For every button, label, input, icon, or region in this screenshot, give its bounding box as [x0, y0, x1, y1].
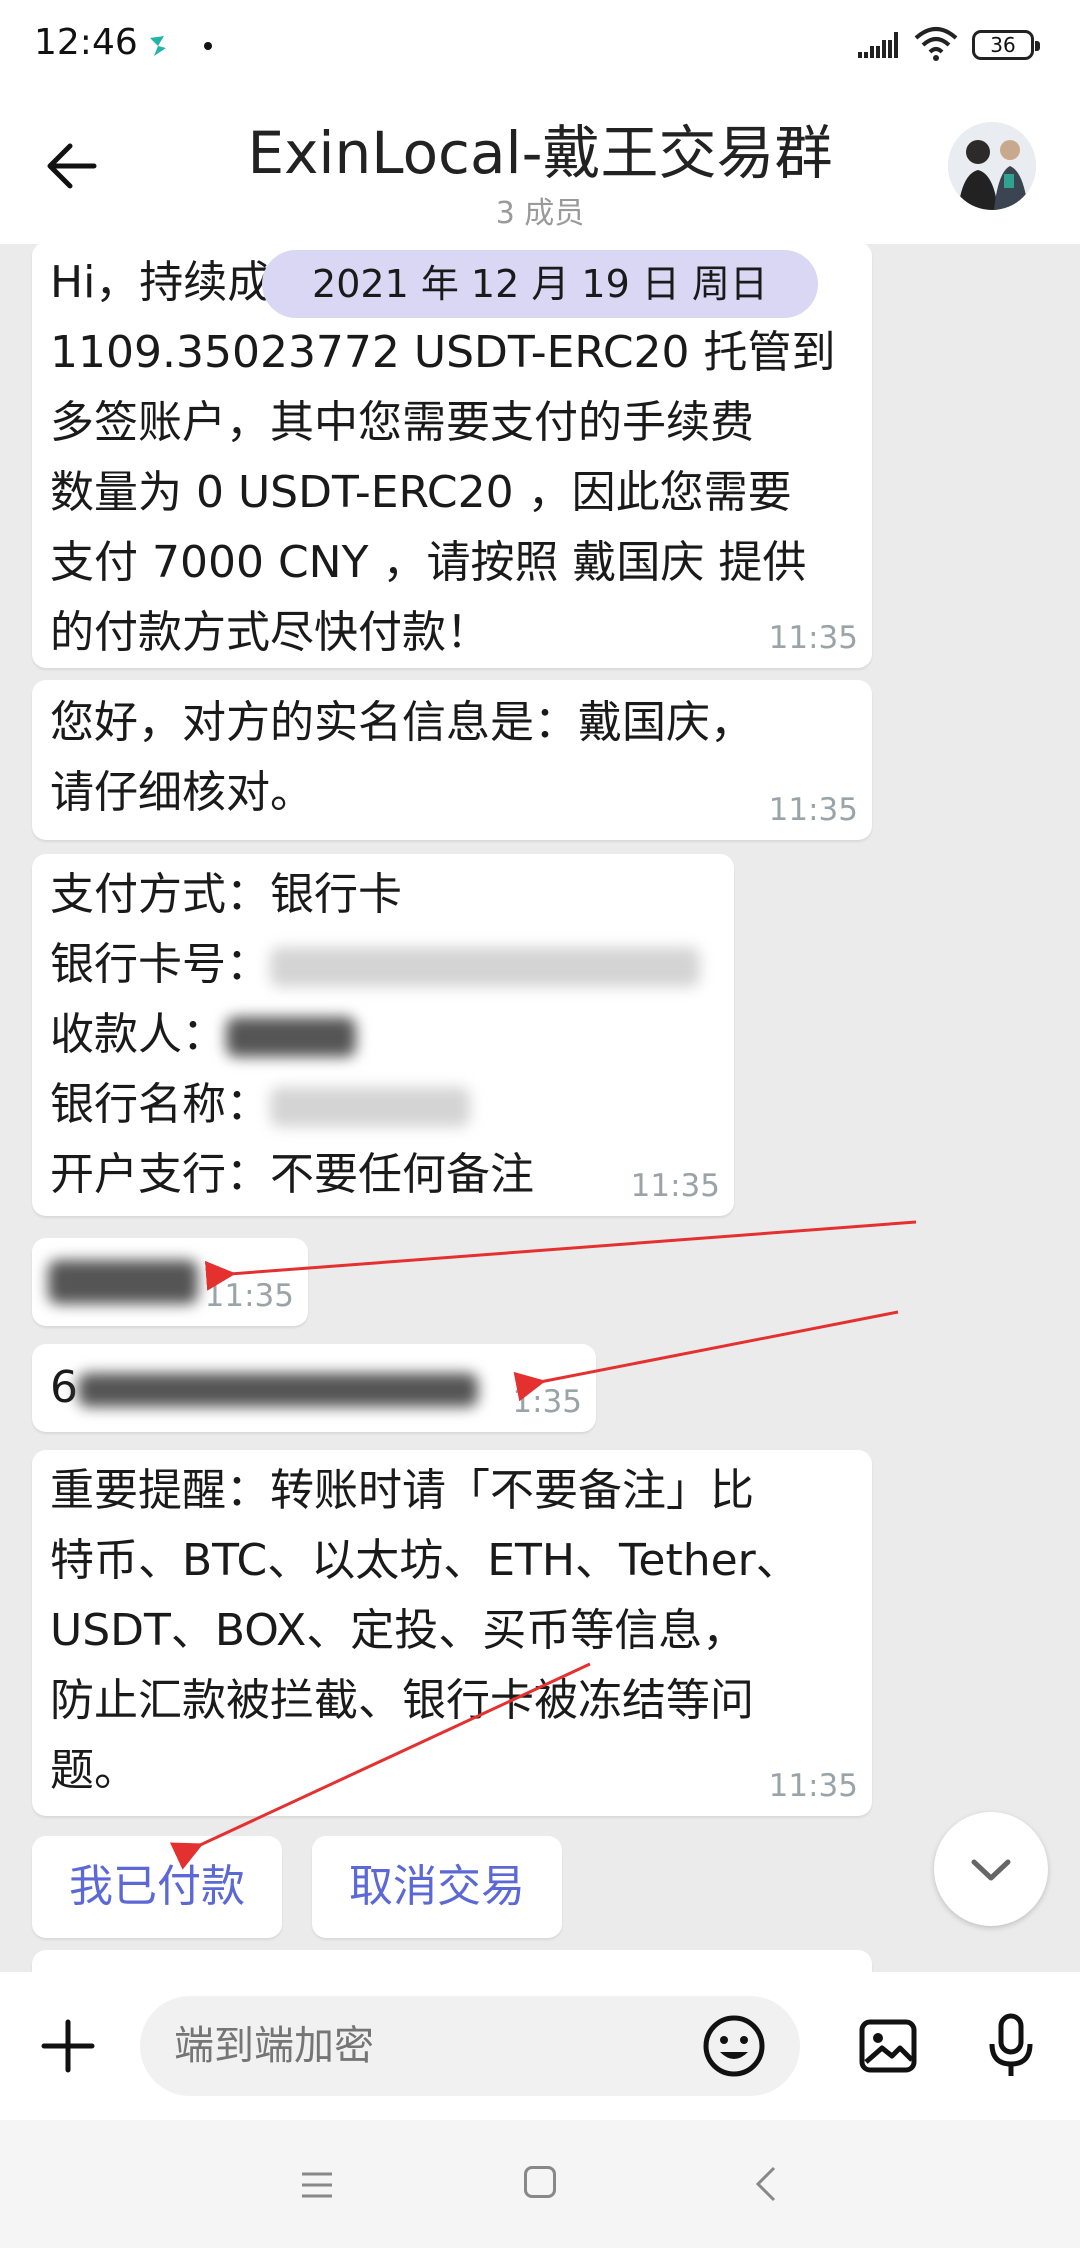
message-text: 收款人： [50, 1009, 226, 1060]
message-text: 的付款方式尽快付款！ [50, 607, 490, 658]
redacted-name [48, 1260, 198, 1304]
message-text: 特币、BTC、以太坊、ETH、Tether、 [50, 1535, 800, 1586]
message-bubble[interactable]: 支付方式：银行卡 银行卡号： 收款人： 银行名称： 开户支行：不要任何备注 11… [32, 854, 734, 1216]
member-count: 3 成员 [495, 196, 585, 231]
message-text: 支付方式：银行卡 [50, 869, 402, 920]
message-text: 银行卡号： [50, 939, 270, 990]
signal-icon [858, 32, 898, 58]
message-text: 开户支行：不要任何备注 [50, 1149, 534, 1200]
message-text: 防止汇款被拦截、银行卡被冻结等问 [50, 1675, 754, 1726]
image-icon[interactable] [858, 2016, 918, 2076]
chevron-down-icon [971, 1859, 1011, 1881]
message-time: 11:35 [768, 792, 858, 828]
message-time: 11:35 [204, 1278, 294, 1314]
message-input[interactable] [140, 1996, 800, 2096]
back-arrow-icon[interactable] [44, 138, 100, 194]
chat-title[interactable]: ExinLocal-戴王交易群 [170, 106, 910, 190]
composer-bar [0, 1972, 1080, 2120]
message-line: 收款人： [50, 1000, 716, 1070]
message-text: 6 [50, 1362, 78, 1413]
chat-header: ExinLocal-戴王交易群 3 成员 [0, 92, 1080, 244]
app-notification-icon [150, 36, 166, 56]
message-text: 1109.35023772 USDT-ERC20 托管到 [50, 327, 836, 378]
status-time: 12:46 [34, 22, 138, 63]
message-text: 请仔细核对。 [50, 767, 314, 818]
redacted-account-number [78, 1373, 478, 1407]
menu-icon[interactable] [300, 2170, 334, 2200]
message-text: 重要提醒：转账时请「不要备注」比 [50, 1465, 754, 1516]
paid-button[interactable]: 我已付款 [32, 1836, 282, 1938]
message-bubble[interactable]: 重要提醒：转账时请「不要备注」比 特币、BTC、以太坊、ETH、Tether、 … [32, 1450, 872, 1816]
message-line: 银行卡号： [50, 930, 716, 1000]
date-pill: 2021 年 12 月 19 日 周日 [262, 250, 818, 318]
wifi-icon [914, 27, 958, 61]
system-nav-bar [0, 2120, 1080, 2248]
scroll-to-bottom-button[interactable] [934, 1812, 1048, 1926]
redacted-bank-name [270, 1087, 470, 1127]
redacted-payee-name [226, 1017, 356, 1057]
message-line: 银行名称： [50, 1070, 716, 1140]
battery-indicator: 36 [972, 30, 1040, 60]
message-time: 1:35 [512, 1384, 582, 1420]
nav-back-icon[interactable] [754, 2166, 778, 2202]
message-time: 11:35 [768, 1768, 858, 1804]
status-bar: 12:46 36 [0, 0, 1080, 92]
group-avatar[interactable] [948, 122, 1036, 210]
message-text: 您好，对方的实名信息是：戴国庆， [50, 697, 754, 748]
message-text: 数量为 0 USDT-ERC20 ，因此您需要 [50, 467, 792, 518]
plus-icon[interactable] [38, 2016, 98, 2076]
message-text: USDT、BOX、定投、买币等信息， [50, 1605, 747, 1656]
message-bubble[interactable]: 6 1:35 [32, 1344, 596, 1432]
microphone-icon[interactable] [988, 2012, 1034, 2080]
message-time: 11:35 [630, 1168, 720, 1204]
cancel-trade-button[interactable]: 取消交易 [312, 1836, 562, 1938]
message-bubble[interactable]: 您好，对方的实名信息是：戴国庆， 请仔细核对。 11:35 [32, 680, 872, 840]
notification-dot [204, 42, 212, 50]
message-list[interactable]: Hi，持续成 1109.35023772 USDT-ERC20 托管到 多签账户… [0, 244, 1080, 1972]
emoji-icon[interactable] [702, 2014, 766, 2078]
message-text: 支付 7000 CNY ，请按照 戴国庆 提供 [50, 537, 807, 588]
message-text: 题。 [50, 1745, 138, 1796]
home-icon[interactable] [524, 2166, 556, 2198]
message-text: 银行名称： [50, 1079, 270, 1130]
message-text: 多签账户，其中您需要支付的手续费 [50, 397, 754, 448]
redacted-account-number [270, 947, 700, 987]
message-bubble [32, 1950, 872, 1972]
message-time: 11:35 [768, 620, 858, 656]
message-bubble[interactable]: 11:35 [32, 1238, 308, 1326]
